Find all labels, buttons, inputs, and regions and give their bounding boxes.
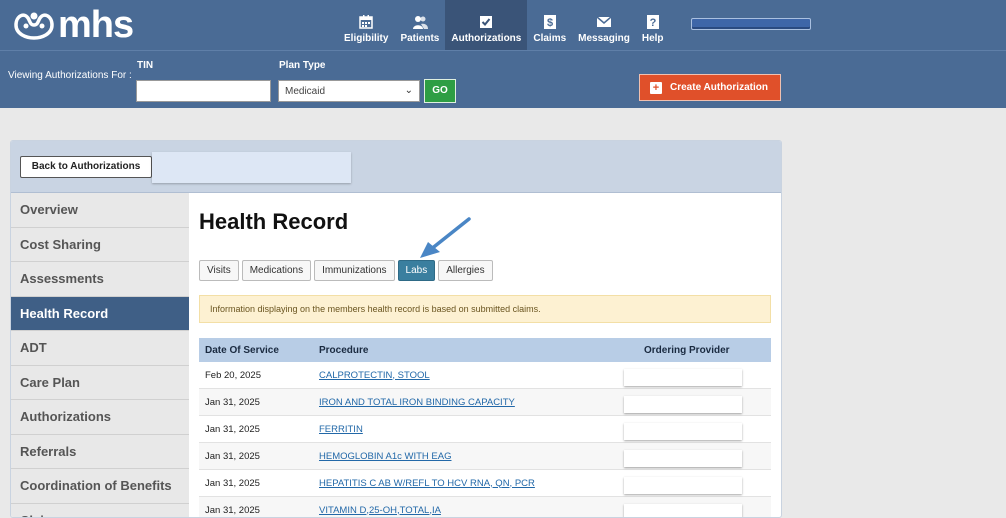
plus-icon: + (650, 81, 662, 94)
date-cell: Jan 31, 2025 (205, 396, 260, 408)
main-nav: Eligibility Patients Authorizations $ Cl… (338, 0, 670, 50)
table-row: Jan 31, 2025 HEPATITIS C AB W/REFL TO HC… (199, 470, 771, 497)
provider-redacted (624, 369, 742, 386)
sidebar-item-care-plan[interactable]: Care Plan (11, 366, 189, 400)
plan-type-label: Plan Type (279, 60, 326, 71)
nav-eligibility-label: Eligibility (344, 33, 389, 44)
tab-visits[interactable]: Visits (199, 260, 239, 281)
user-account-button[interactable] (691, 18, 811, 30)
mhs-logo[interactable]: mhs (12, 4, 134, 46)
sidebar-item-claims[interactable]: Claims (11, 504, 189, 517)
nav-messaging-label: Messaging (578, 33, 630, 44)
question-icon: ? (646, 15, 659, 29)
date-cell: Jan 31, 2025 (205, 504, 260, 516)
patients-icon (412, 16, 428, 29)
authorization-filter-bar: Viewing Authorizations For : TIN Plan Ty… (0, 50, 1006, 108)
member-detail-panel: Back to Authorizations Overview Cost Sha… (10, 140, 782, 518)
labs-table: Date Of Service Procedure Ordering Provi… (199, 338, 771, 517)
nav-patients-label: Patients (400, 33, 440, 44)
go-button[interactable]: GO (424, 79, 456, 103)
date-cell: Jan 31, 2025 (205, 477, 260, 489)
nav-claims-label: Claims (533, 33, 567, 44)
column-header-procedure[interactable]: Procedure (319, 345, 624, 356)
claims-notice: Information displaying on the members he… (199, 295, 771, 323)
tab-medications[interactable]: Medications (241, 260, 312, 281)
column-header-ordering-provider[interactable]: Ordering Provider (624, 345, 771, 356)
plan-type-select[interactable]: Medicaid ⌄ (278, 80, 420, 102)
date-cell: Jan 31, 2025 (205, 450, 260, 462)
create-authorization-button[interactable]: + Create Authorization (639, 74, 781, 101)
sidebar-item-overview[interactable]: Overview (11, 193, 189, 228)
table-row: Jan 31, 2025 FERRITIN (199, 416, 771, 443)
procedure-link[interactable]: HEPATITIS C AB W/REFL TO HCV RNA, QN, PC… (319, 478, 535, 489)
procedure-link[interactable]: CALPROTECTIN, STOOL (319, 370, 430, 381)
provider-redacted (624, 396, 742, 413)
tin-input[interactable] (136, 80, 271, 102)
calendar-icon (359, 15, 373, 29)
table-body: Feb 20, 2025 CALPROTECTIN, STOOL Jan 31,… (199, 362, 771, 517)
create-authorization-label: Create Authorization (670, 82, 768, 93)
panel-header: Back to Authorizations (11, 141, 781, 193)
provider-redacted (624, 477, 742, 494)
provider-redacted (624, 450, 742, 467)
sidebar-item-adt[interactable]: ADT (11, 331, 189, 366)
chevron-down-icon: ⌄ (404, 85, 413, 96)
procedure-link[interactable]: FERRITIN (319, 424, 363, 435)
page-title: Health Record (199, 209, 349, 234)
svg-text:?: ? (649, 17, 656, 29)
svg-text:$: $ (547, 17, 553, 29)
annotation-arrow-icon (420, 217, 471, 258)
tab-labs[interactable]: Labs (397, 260, 436, 281)
dollar-icon: $ (543, 15, 556, 29)
top-navigation-bar: mhs Eligibility Patients Authorizations … (0, 0, 1006, 50)
nav-authorizations[interactable]: Authorizations (445, 0, 528, 50)
sidebar-item-cost-sharing[interactable]: Cost Sharing (11, 228, 189, 262)
tab-allergies[interactable]: Allergies (438, 260, 493, 281)
table-row: Jan 31, 2025 IRON AND TOTAL IRON BINDING… (199, 389, 771, 416)
sidebar-item-coordination-of-benefits[interactable]: Coordination of Benefits (11, 469, 189, 504)
procedure-link[interactable]: HEMOGLOBIN A1c WITH EAG (319, 451, 452, 462)
table-row: Jan 31, 2025 HEMOGLOBIN A1c WITH EAG (199, 443, 771, 470)
health-record-tabs: Visits Medications Immunizations Labs Al… (199, 260, 496, 281)
nav-claims[interactable]: $ Claims (527, 0, 572, 50)
sidebar-item-assessments[interactable]: Assessments (11, 262, 189, 297)
nav-messaging[interactable]: Messaging (572, 0, 636, 50)
envelope-icon (596, 16, 612, 27)
table-row: Feb 20, 2025 CALPROTECTIN, STOOL (199, 362, 771, 389)
nav-help-label: Help (641, 33, 664, 44)
back-to-authorizations-button[interactable]: Back to Authorizations (20, 156, 152, 178)
viewing-label: Viewing Authorizations For : (8, 70, 132, 81)
table-header: Date Of Service Procedure Ordering Provi… (199, 338, 771, 362)
nav-eligibility[interactable]: Eligibility (338, 0, 394, 50)
table-row: Jan 31, 2025 VITAMIN D,25-OH,TOTAL,IA (199, 497, 771, 517)
logo-text: mhs (58, 4, 134, 46)
column-header-date[interactable]: Date Of Service (199, 345, 319, 356)
sidebar-item-referrals[interactable]: Referrals (11, 435, 189, 469)
tin-label: TIN (137, 60, 154, 71)
mhs-logo-icon (14, 12, 54, 40)
nav-help[interactable]: ? Help (636, 0, 670, 50)
nav-authorizations-label: Authorizations (451, 33, 522, 44)
sidebar-item-health-record[interactable]: Health Record (11, 296, 189, 331)
tab-immunizations[interactable]: Immunizations (314, 260, 395, 281)
date-cell: Feb 20, 2025 (205, 369, 261, 381)
sidebar-item-authorizations[interactable]: Authorizations (11, 400, 189, 435)
checkbox-icon (480, 16, 493, 28)
procedure-link[interactable]: IRON AND TOTAL IRON BINDING CAPACITY (319, 397, 515, 408)
plan-type-value: Medicaid (285, 86, 326, 97)
nav-patients[interactable]: Patients (394, 0, 445, 50)
member-sidebar: Overview Cost Sharing Assessments Health… (11, 193, 189, 517)
procedure-link[interactable]: VITAMIN D,25-OH,TOTAL,IA (319, 505, 441, 516)
provider-redacted (624, 504, 742, 517)
provider-redacted (624, 423, 742, 440)
date-cell: Jan 31, 2025 (205, 423, 260, 435)
member-name-box (152, 152, 351, 183)
